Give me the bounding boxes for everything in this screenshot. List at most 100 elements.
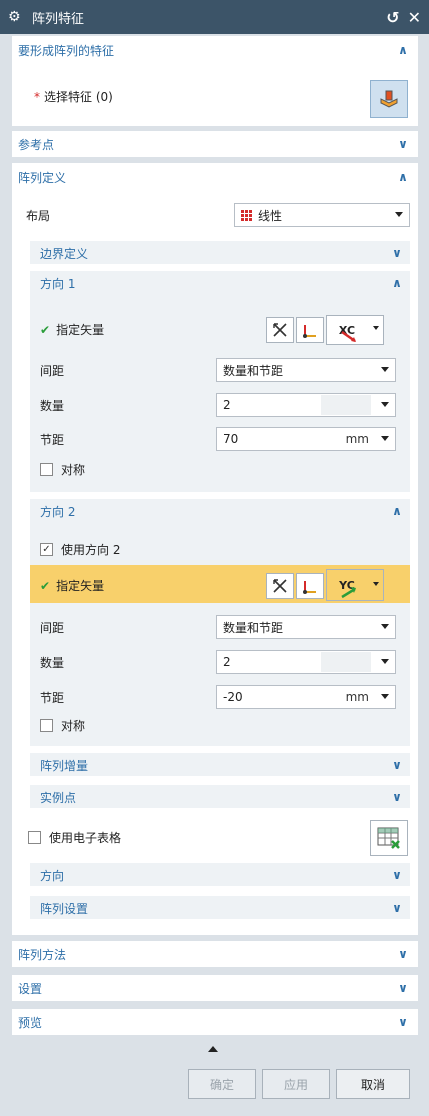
increment-header[interactable]: 阵列增量 — [30, 753, 410, 777]
dropdown-arrow-icon — [381, 694, 389, 699]
pattern-feature-dialog: ⚙ 阵列特征 ↺ ✕ 要形成阵列的特征 * 选择特征 (0) 参考点 阵列 — [0, 0, 429, 1116]
direction1-spacing-label: 间距 — [40, 364, 65, 378]
direction1-pitch-unit: mm — [345, 432, 369, 446]
direction1-vector-label: 指定矢量 — [56, 323, 105, 337]
reverse-direction-icon — [273, 579, 287, 593]
chevron-down-icon[interactable] — [396, 1015, 410, 1029]
direction2-symmetric-checkbox[interactable] — [40, 719, 53, 732]
cancel-button[interactable]: 取消 — [336, 1069, 410, 1099]
select-feature-row[interactable]: * 选择特征 (0) — [34, 88, 113, 105]
direction2-pitch-field[interactable]: -20 mm — [216, 685, 396, 709]
method-section-title: 阵列方法 — [18, 947, 67, 962]
vector-dialog-button[interactable] — [296, 573, 324, 599]
direction1-count-value: 2 — [223, 398, 231, 412]
vector-dialog-button[interactable] — [296, 317, 324, 343]
chevron-down-icon[interactable] — [390, 246, 404, 260]
direction2-vector-label: 指定矢量 — [56, 579, 105, 593]
chevron-down-icon[interactable] — [396, 137, 410, 151]
direction2-subsection: 方向 2 ✓ 使用方向 2 ✔ 指定矢量 YC 间距 数量和节距 数量 — [30, 498, 410, 746]
orientation-title: 方向 — [40, 868, 65, 883]
direction2-spacing-dropdown[interactable]: 数量和节距 — [216, 615, 396, 639]
direction2-symmetric-label: 对称 — [61, 719, 86, 733]
chevron-down-icon[interactable] — [396, 981, 410, 995]
direction1-symmetric-row[interactable]: 对称 — [40, 461, 85, 478]
reverse-direction-icon — [273, 323, 287, 337]
collapse-triangle-icon[interactable] — [208, 1046, 218, 1052]
direction2-vector-selector[interactable]: YC — [326, 569, 384, 601]
layout-dropdown[interactable]: 线性 — [234, 203, 410, 227]
direction1-vector-row[interactable]: ✔ 指定矢量 — [40, 321, 104, 338]
checkmark-icon: ✔ — [40, 322, 51, 337]
direction2-count-field[interactable]: 2 — [216, 650, 396, 674]
reference-section-header[interactable]: 参考点 — [12, 131, 418, 157]
chevron-down-icon[interactable] — [390, 758, 404, 772]
use-direction2-checkbox[interactable]: ✓ — [40, 543, 53, 556]
chevron-up-icon[interactable] — [390, 276, 404, 290]
direction1-symmetric-checkbox[interactable] — [40, 463, 53, 476]
method-section-header[interactable]: 阵列方法 — [12, 941, 418, 967]
dropdown-arrow-icon — [381, 367, 389, 372]
spreadsheet-button[interactable] — [370, 820, 408, 856]
boundary-title: 边界定义 — [40, 246, 89, 261]
direction2-header[interactable]: 方向 2 — [30, 499, 410, 523]
dropdown-arrow-icon — [381, 624, 389, 629]
chevron-up-icon[interactable] — [396, 170, 410, 184]
feature-section-header[interactable]: 要形成阵列的特征 — [12, 36, 418, 64]
reference-section-title: 参考点 — [18, 137, 55, 152]
chevron-down-icon[interactable] — [390, 790, 404, 804]
direction1-pitch-field[interactable]: 70 mm — [216, 427, 396, 451]
linear-grid-icon — [241, 209, 252, 221]
direction2-vector-row[interactable]: ✔ 指定矢量 — [40, 577, 104, 594]
direction2-spacing-value: 数量和节距 — [223, 620, 284, 635]
xc-arrow-icon — [341, 330, 356, 343]
preview-section-title: 预览 — [18, 1015, 43, 1030]
spreadsheet-label: 使用电子表格 — [49, 831, 122, 845]
settings-section[interactable]: 设置 — [12, 975, 418, 1001]
orientation-subsection[interactable]: 方向 — [30, 862, 410, 886]
direction1-vector-selector[interactable]: XC — [326, 315, 384, 345]
chevron-down-icon[interactable] — [390, 868, 404, 882]
spreadsheet-checkbox[interactable] — [28, 831, 41, 844]
direction1-header[interactable]: 方向 1 — [30, 271, 410, 295]
reverse-direction-button[interactable] — [266, 573, 294, 599]
use-direction2-row[interactable]: ✓ 使用方向 2 — [40, 541, 120, 558]
instance-subsection[interactable]: 实例点 — [30, 784, 410, 808]
chevron-down-icon[interactable] — [396, 947, 410, 961]
method-section[interactable]: 阵列方法 — [12, 941, 418, 967]
apply-button[interactable]: 应用 — [262, 1069, 330, 1099]
spreadsheet-row[interactable]: 使用电子表格 — [28, 829, 121, 846]
direction1-spacing-dropdown[interactable]: 数量和节距 — [216, 358, 396, 382]
chevron-up-icon[interactable] — [396, 43, 410, 57]
array-definition-header[interactable]: 阵列定义 — [12, 163, 418, 191]
chevron-down-icon[interactable] — [390, 901, 404, 915]
boundary-subsection[interactable]: 边界定义 — [30, 240, 410, 264]
chevron-up-icon[interactable] — [390, 504, 404, 518]
title-bar: ⚙ 阵列特征 ↺ ✕ — [0, 0, 429, 34]
array-settings-subsection[interactable]: 阵列设置 — [30, 895, 410, 919]
feature-section: 要形成阵列的特征 * 选择特征 (0) — [12, 36, 418, 126]
reference-section[interactable]: 参考点 — [12, 131, 418, 157]
vector-dialog-icon — [303, 581, 316, 594]
select-feature-button[interactable] — [370, 80, 408, 118]
close-icon[interactable]: ✕ — [408, 8, 421, 27]
settings-section-title: 设置 — [18, 981, 43, 996]
settings-section-header[interactable]: 设置 — [12, 975, 418, 1001]
direction1-pitch-value: 70 — [223, 432, 239, 446]
increment-subsection[interactable]: 阵列增量 — [30, 752, 410, 776]
reset-icon[interactable]: ↺ — [386, 8, 399, 27]
gear-icon: ⚙ — [8, 9, 21, 25]
ok-button[interactable]: 确定 — [188, 1069, 256, 1099]
direction1-count-field[interactable]: 2 — [216, 393, 396, 417]
direction2-symmetric-row[interactable]: 对称 — [40, 717, 85, 734]
dropdown-arrow-icon — [381, 402, 389, 407]
boundary-header[interactable]: 边界定义 — [30, 241, 410, 265]
direction1-count-label: 数量 — [40, 399, 65, 413]
orientation-header[interactable]: 方向 — [30, 863, 410, 887]
instance-header[interactable]: 实例点 — [30, 785, 410, 809]
direction2-pitch-unit: mm — [345, 690, 369, 704]
preview-section[interactable]: 预览 — [12, 1009, 418, 1035]
reverse-direction-button[interactable] — [266, 317, 294, 343]
preview-section-header[interactable]: 预览 — [12, 1009, 418, 1035]
array-settings-header[interactable]: 阵列设置 — [30, 896, 410, 920]
feature-section-title: 要形成阵列的特征 — [18, 43, 115, 58]
